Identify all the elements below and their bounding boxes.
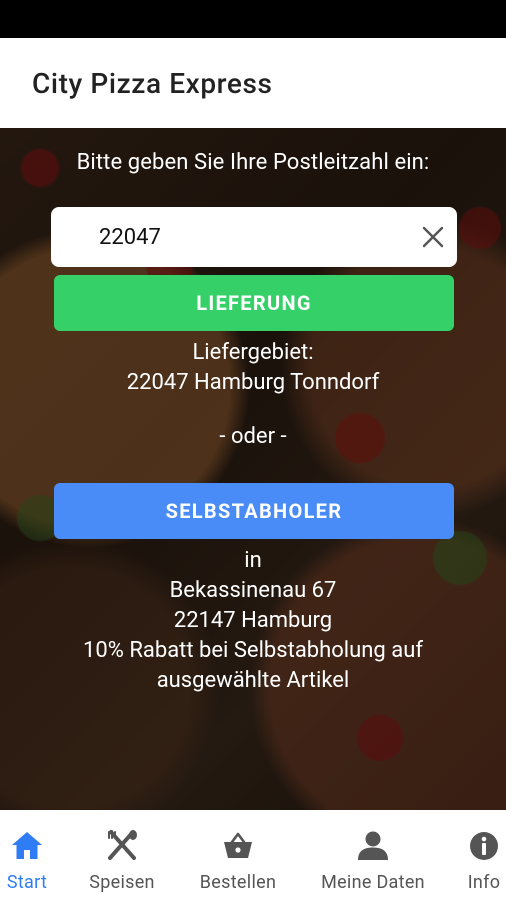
basket-icon [220, 828, 256, 864]
nav-label-info: Info [467, 872, 501, 893]
nav-label-meine-daten: Meine Daten [321, 872, 425, 893]
delivery-area-value: 22047 Hamburg Tonndorf [126, 370, 380, 395]
background-image-area: Bitte geben Sie Ihre Postleitzahl ein: L… [0, 128, 506, 810]
zip-field[interactable] [51, 207, 457, 267]
discount-line-2: ausgewählte Artikel [156, 668, 350, 693]
delivery-button[interactable]: LIEFERUNG [54, 275, 454, 331]
nav-item-bestellen[interactable]: Bestellen [190, 810, 286, 900]
nav-label-start: Start [6, 872, 48, 893]
bottom-navigation: Start Speisen Bestellen Meine Daten Info [0, 810, 506, 900]
app-title: City Pizza Express [32, 66, 273, 100]
nav-item-info[interactable]: Info [462, 810, 506, 900]
info-icon [466, 828, 502, 864]
nav-label-speisen: Speisen [89, 872, 155, 893]
pickup-street: Bekassinenau 67 [169, 578, 337, 603]
nav-item-start[interactable]: Start [0, 810, 54, 900]
or-text: - oder - [219, 424, 287, 449]
home-icon [9, 828, 45, 864]
pickup-city: 22147 Hamburg [173, 608, 333, 633]
close-icon[interactable] [421, 225, 445, 249]
zip-prompt: Bitte geben Sie Ihre Postleitzahl ein: [76, 150, 430, 175]
app-bar: City Pizza Express [0, 38, 506, 128]
content-area: Bitte geben Sie Ihre Postleitzahl ein: L… [0, 128, 506, 810]
zip-input[interactable] [99, 224, 399, 250]
nav-item-meine-daten[interactable]: Meine Daten [312, 810, 434, 900]
person-icon [355, 828, 391, 864]
pickup-button[interactable]: SELBSTABHOLER [54, 483, 454, 539]
nav-item-speisen[interactable]: Speisen [82, 810, 162, 900]
pickup-in-text: in [244, 548, 262, 573]
delivery-area-label: Liefergebiet: [192, 340, 314, 365]
cutlery-icon [104, 828, 140, 864]
nav-label-bestellen: Bestellen [199, 872, 277, 893]
status-bar [0, 0, 506, 38]
discount-line-1: 10% Rabatt bei Selbstabholung auf [83, 638, 423, 663]
